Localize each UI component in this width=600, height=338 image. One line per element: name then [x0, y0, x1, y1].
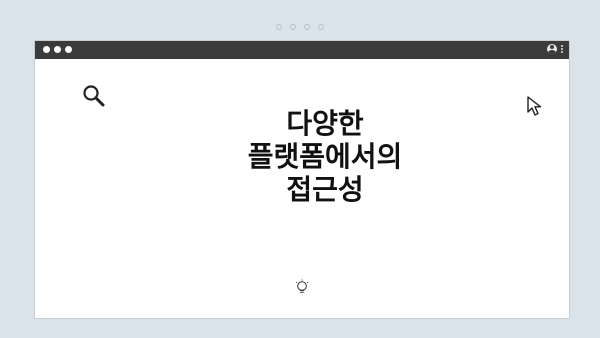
pagination-dot [290, 24, 296, 30]
titlebar-actions [547, 44, 563, 54]
window-controls [43, 46, 72, 53]
pagination-dot [318, 24, 324, 30]
kebab-menu-icon[interactable] [561, 45, 563, 53]
page-title: 다양한 플랫폼에서의 접근성 [247, 107, 403, 206]
page-background: 다양한 플랫폼에서의 접근성 [0, 0, 600, 338]
cursor-icon [527, 96, 542, 116]
browser-window: 다양한 플랫폼에서의 접근성 [34, 40, 570, 319]
window-titlebar [35, 41, 569, 59]
top-pagination-dots [0, 24, 600, 30]
search-icon [83, 85, 105, 107]
lightbulb-icon [295, 279, 309, 293]
maximize-dot-icon[interactable] [65, 46, 72, 53]
user-icon[interactable] [547, 44, 557, 54]
pagination-dot [276, 24, 282, 30]
minimize-dot-icon[interactable] [54, 46, 61, 53]
close-dot-icon[interactable] [43, 46, 50, 53]
pagination-dot [304, 24, 310, 30]
